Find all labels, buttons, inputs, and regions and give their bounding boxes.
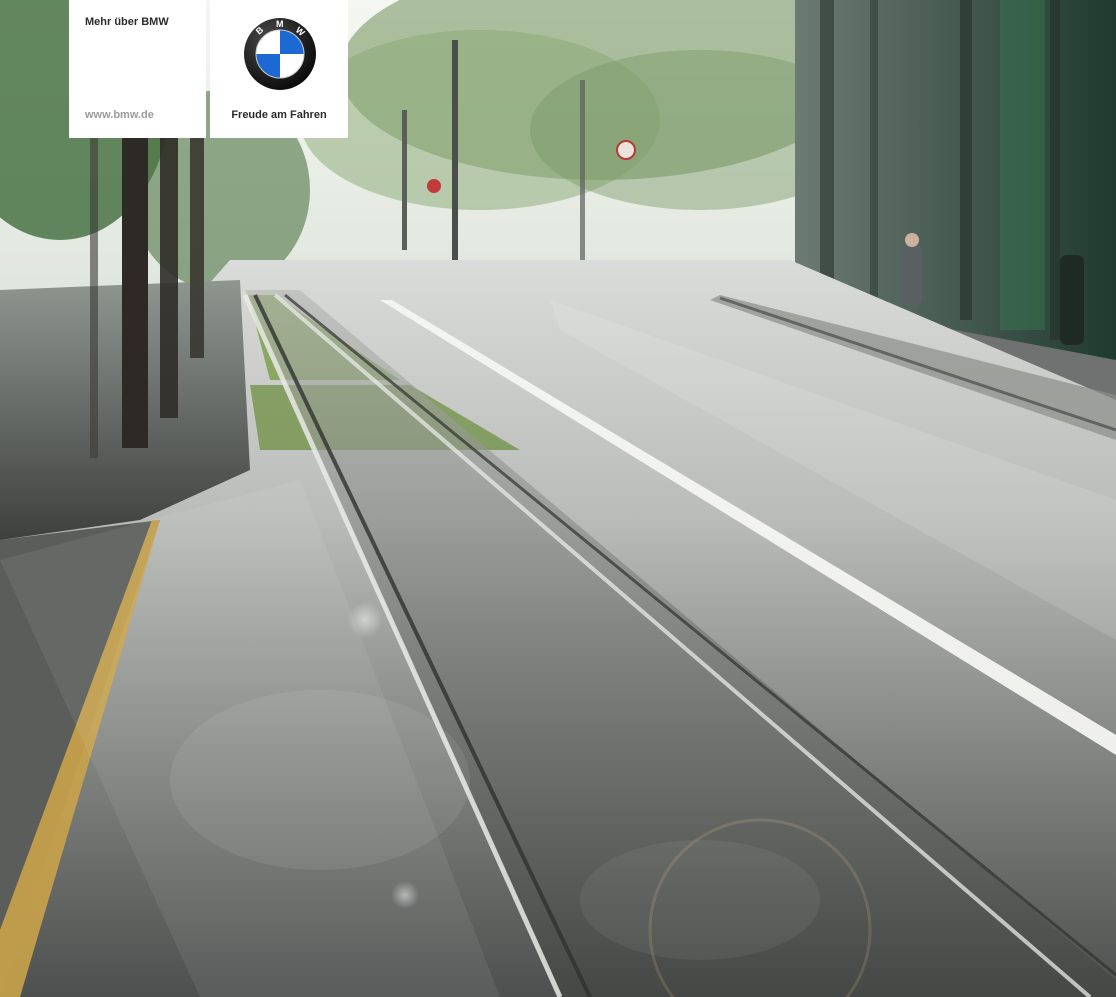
about-bmw-panel[interactable]: Mehr über BMW www.bmw.de <box>69 0 206 138</box>
bmw-roundel-icon[interactable]: B M W <box>243 17 317 91</box>
logo-letter-m: M <box>276 19 284 29</box>
about-bmw-label[interactable]: Mehr über BMW <box>85 16 169 28</box>
background-street-photo <box>0 0 1116 997</box>
bmw-brand-panel[interactable]: B M W Freude am Fahren <box>210 0 348 138</box>
bmw-website-link[interactable]: www.bmw.de <box>85 109 154 121</box>
brand-slogan: Freude am Fahren <box>231 109 327 121</box>
